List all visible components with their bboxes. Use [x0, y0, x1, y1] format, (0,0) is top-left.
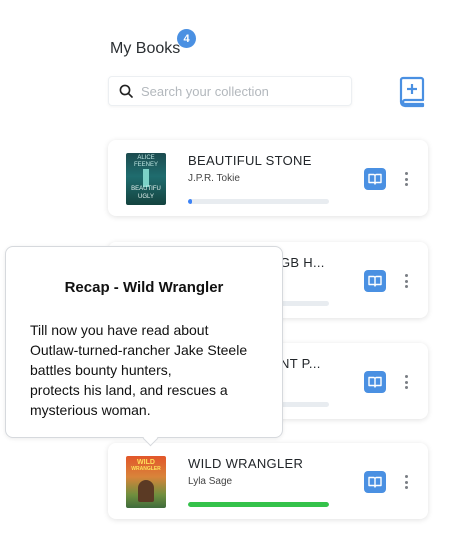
cover-author-text: FEENEY: [133, 162, 158, 168]
book-card[interactable]: ALICE FEENEY BEAUTIFU UGLY BEAUTIFUL STO…: [108, 140, 428, 216]
page-title: My Books: [110, 40, 181, 57]
open-book-icon: [368, 476, 382, 488]
more-options-icon[interactable]: [400, 272, 412, 290]
read-book-button[interactable]: [364, 168, 386, 190]
cover-title-text: UGLY: [138, 194, 154, 200]
book-author: J.P.R. Tokie: [188, 173, 240, 184]
book-title: GB H...: [280, 255, 325, 270]
book-cover: WILD WRANGLER: [126, 456, 166, 508]
search-input[interactable]: [141, 83, 341, 99]
recap-line: mysterious woman.: [30, 402, 151, 418]
open-book-icon: [368, 173, 382, 185]
book-title: BEAUTIFUL STONE: [188, 153, 312, 168]
recap-line: Outlaw-turned-rancher Jake Steele: [30, 342, 248, 358]
search-icon: [119, 84, 133, 98]
add-book-icon[interactable]: [399, 76, 427, 108]
cover-title-text: BEAUTIFU: [131, 186, 161, 192]
book-title: WILD WRANGLER: [188, 456, 304, 471]
read-book-button[interactable]: [364, 371, 386, 393]
recap-line: battles bounty hunters,: [30, 362, 172, 378]
recap-line: protects his land, and rescues a: [30, 382, 228, 398]
search-bar[interactable]: [108, 76, 352, 106]
open-book-icon: [368, 376, 382, 388]
open-book-icon: [368, 275, 382, 287]
book-count-badge: 4: [177, 29, 196, 48]
cover-title-text: WRANGLER: [131, 466, 161, 472]
read-book-button[interactable]: [364, 270, 386, 292]
read-book-button[interactable]: [364, 471, 386, 493]
recap-tooltip: Recap - Wild Wrangler Till now you have …: [5, 246, 283, 447]
recap-body: Till now you have read about Outlaw-turn…: [30, 320, 258, 420]
book-title: NT P...: [280, 356, 321, 371]
recap-line: Till now you have read about: [30, 322, 209, 338]
reading-progress: [188, 199, 329, 204]
more-options-icon[interactable]: [400, 170, 412, 188]
book-card[interactable]: WILD WRANGLER WILD WRANGLER Lyla Sage: [108, 443, 428, 519]
book-cover: ALICE FEENEY BEAUTIFU UGLY: [126, 153, 166, 205]
book-author: Lyla Sage: [188, 476, 233, 487]
recap-heading: Recap - Wild Wrangler: [64, 279, 224, 296]
more-options-icon[interactable]: [400, 373, 412, 391]
more-options-icon[interactable]: [400, 473, 412, 491]
reading-progress: [188, 502, 329, 507]
cover-author-text: ALICE: [137, 155, 155, 161]
